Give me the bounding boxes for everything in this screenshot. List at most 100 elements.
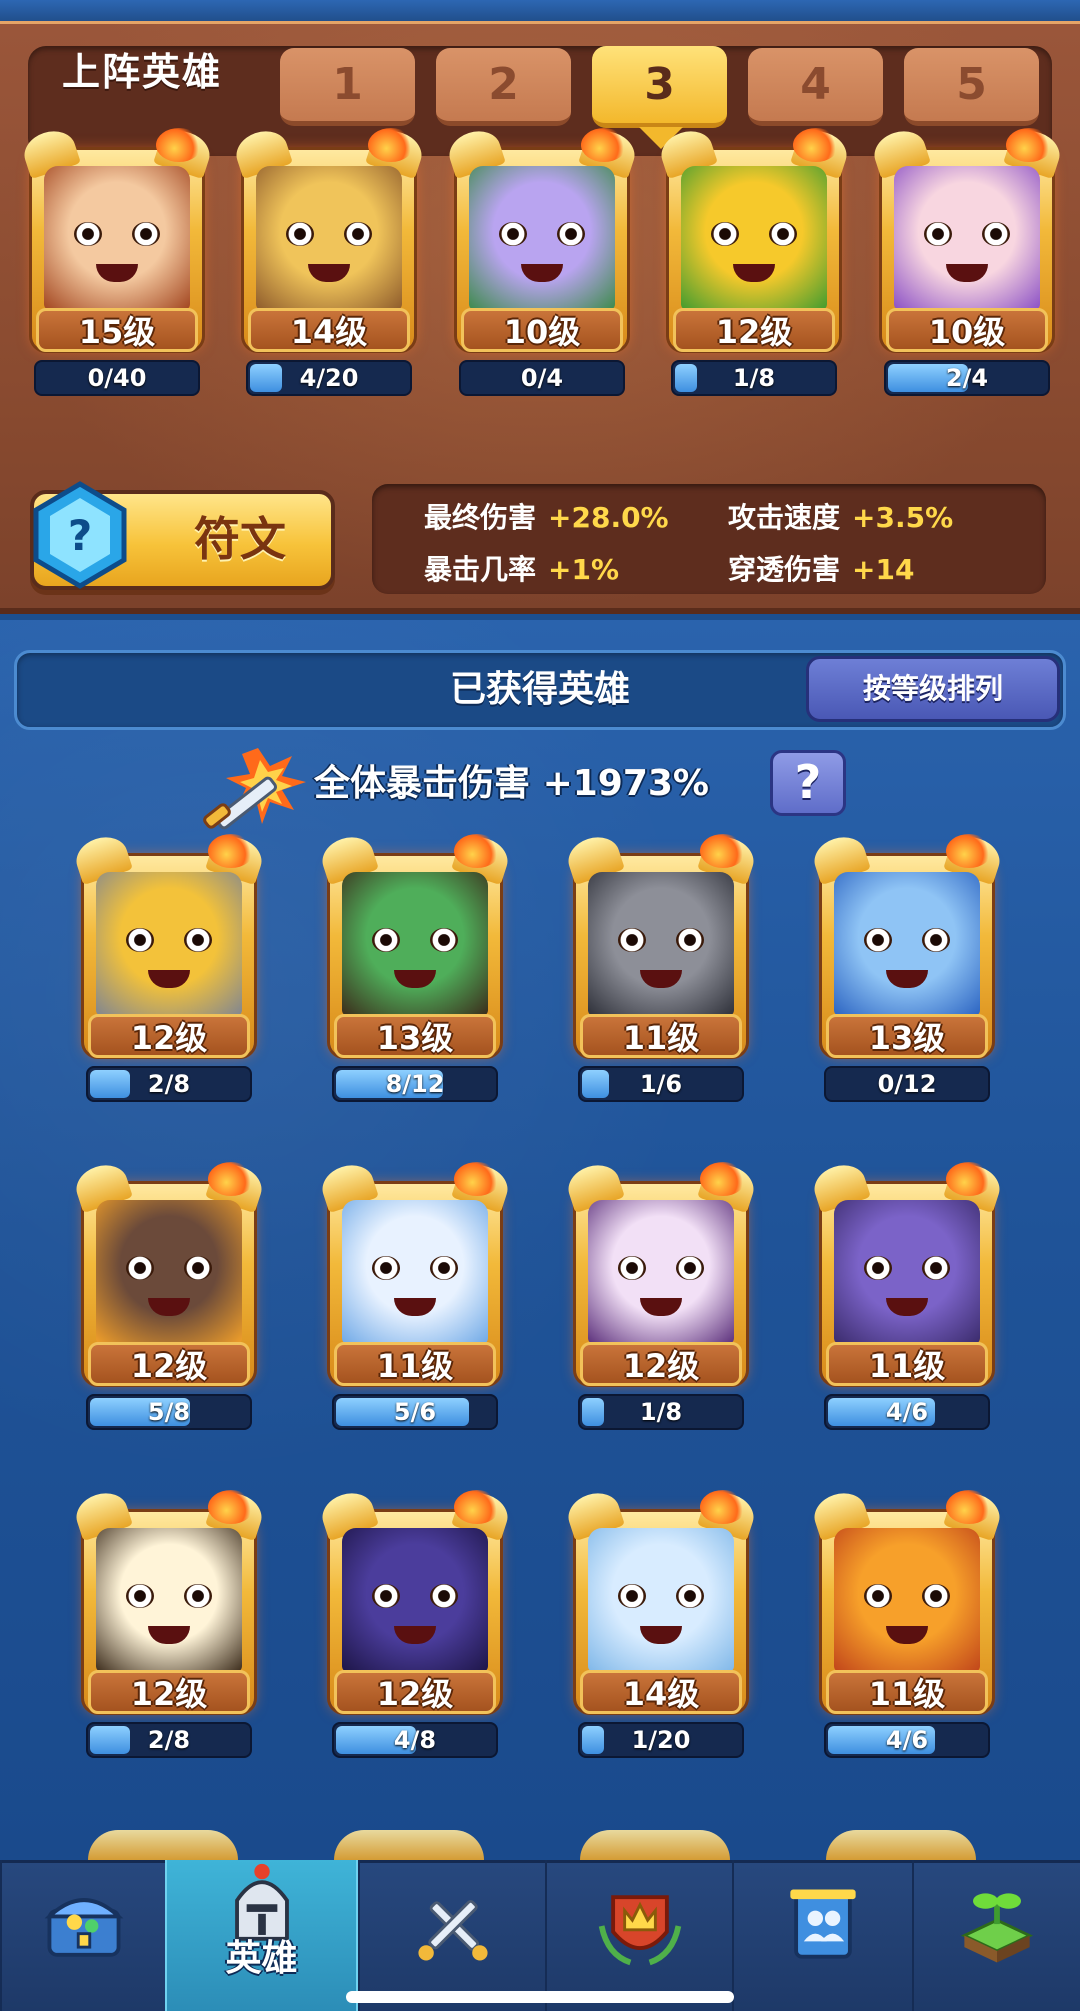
hero-progress-text: 0/40 [87, 364, 147, 392]
hero-level: 13级 [826, 1014, 988, 1058]
hero-progress-text: 4/20 [299, 364, 359, 392]
owned-hero-card[interactable]: 12级 4/8 [317, 1486, 513, 1758]
flame-icon [700, 1490, 746, 1524]
hero-mouth [96, 264, 138, 282]
owned-hero-card[interactable]: 11级 5/6 [317, 1158, 513, 1430]
owned-hero-card[interactable]: 12级 1/8 [563, 1158, 759, 1430]
hero-eyes [372, 1584, 458, 1610]
hero-level: 12级 [88, 1014, 250, 1058]
hero-portrait [681, 166, 827, 310]
sort-by-level-button[interactable]: 按等级排列 [806, 656, 1060, 722]
hero-progress-text: 0/4 [520, 364, 564, 392]
hero-level: 13级 [334, 1014, 496, 1058]
hero-upgrade-progress-bar: 1/6 [578, 1066, 744, 1102]
owned-hero-card[interactable]: 12级 2/8 [71, 1486, 267, 1758]
hero-portrait [834, 872, 980, 1016]
hero-level: 10级 [886, 308, 1048, 352]
hero-eyes [864, 928, 950, 954]
owned-hero-card[interactable]: 13级 8/12 [317, 830, 513, 1102]
stat-attack-speed: 攻击速度 +3.5% [728, 501, 954, 534]
svg-text:?: ? [68, 511, 92, 560]
owned-hero-card[interactable]: 12级 5/8 [71, 1158, 267, 1430]
lineup-tab-1[interactable]: 1 [280, 48, 415, 126]
hero-level: 12级 [580, 1342, 742, 1386]
nav-tab-crown-shield[interactable] [545, 1860, 732, 2011]
nav-tab-label: 英雄 [225, 1938, 298, 1979]
nav-tab-crossed-swords[interactable] [358, 1860, 545, 2011]
lineup-hero-card[interactable]: 15级 0/40 [19, 124, 215, 396]
lineup-hero-card[interactable]: 10级 2/4 [869, 124, 1065, 396]
nav-tab-knight-helmet[interactable]: 英雄 [165, 1860, 358, 2011]
hero-eyes [618, 1584, 704, 1610]
flame-icon [156, 128, 202, 162]
nav-tab-team-banner[interactable] [732, 1860, 912, 2011]
hero-portrait [342, 872, 488, 1016]
owned-hero-card[interactable]: 11级 4/6 [809, 1158, 1005, 1430]
flame-icon [1006, 128, 1052, 162]
owned-hero-card[interactable]: 12级 2/8 [71, 830, 267, 1102]
team-banner-icon [790, 1889, 856, 1959]
flame-icon [208, 1162, 254, 1196]
hero-level: 15级 [36, 308, 198, 352]
hero-portrait [256, 166, 402, 310]
lineup-title: 上阵英雄 [62, 50, 223, 94]
nav-tab-treasure-chest[interactable] [0, 1860, 165, 2011]
hero-upgrade-progress-bar: 1/8 [671, 360, 837, 396]
flame-icon [946, 1490, 992, 1524]
hero-mouth [640, 1626, 682, 1644]
owned-heroes-title: 已获得英雄 [449, 669, 630, 710]
owned-hero-card[interactable]: 13级 0/12 [809, 830, 1005, 1102]
hero-mouth [394, 970, 436, 988]
hero-portrait [342, 1528, 488, 1672]
hero-eyes [372, 1256, 458, 1282]
hero-eyes [618, 1256, 704, 1282]
hero-level: 12级 [334, 1670, 496, 1714]
hero-progress-text: 2/4 [945, 364, 989, 392]
hero-upgrade-progress-bar: 1/8 [578, 1394, 744, 1430]
flame-icon [368, 128, 414, 162]
hero-progress-text: 4/6 [885, 1726, 929, 1754]
hero-upgrade-progress-bar: 2/4 [884, 360, 1050, 396]
hero-eyes [286, 222, 372, 248]
owned-hero-card[interactable]: 14级 1/20 [563, 1486, 759, 1758]
stat-crit-rate: 暴击几率 +1% [424, 553, 620, 586]
hero-upgrade-progress-bar: 4/6 [824, 1394, 990, 1430]
hero-progress-text: 4/6 [885, 1398, 929, 1426]
hero-eyes [372, 928, 458, 954]
lineup-tab-5[interactable]: 5 [904, 48, 1039, 126]
hero-portrait [469, 166, 615, 310]
flame-icon [793, 128, 839, 162]
hero-progress-text: 8/12 [385, 1070, 445, 1098]
hero-progress-text: 1/6 [639, 1070, 683, 1098]
hero-upgrade-progress-bar: 2/8 [86, 1722, 252, 1758]
flame-icon [454, 1490, 500, 1524]
hero-upgrade-progress-bar: 0/4 [459, 360, 625, 396]
lineup-hero-card[interactable]: 12级 1/8 [656, 124, 852, 396]
hero-mouth [640, 970, 682, 988]
flame-icon [581, 128, 627, 162]
hero-portrait [588, 1528, 734, 1672]
flame-icon [454, 1162, 500, 1196]
sprout-island-icon [960, 1893, 1034, 1963]
hero-portrait [96, 1200, 242, 1344]
hero-portrait [342, 1200, 488, 1344]
hero-upgrade-progress-bar: 4/8 [332, 1722, 498, 1758]
hero-progress-text: 1/8 [639, 1398, 683, 1426]
lineup-hero-card[interactable]: 10级 0/4 [444, 124, 640, 396]
hero-progress-text: 2/8 [147, 1726, 191, 1754]
help-button[interactable]: ? [770, 750, 846, 816]
owned-hero-card[interactable]: 11级 1/6 [563, 830, 759, 1102]
owned-hero-card[interactable]: 11级 4/6 [809, 1486, 1005, 1758]
rune-gem-icon: ? [33, 481, 127, 589]
hero-level: 11级 [334, 1342, 496, 1386]
nav-tab-sprout-island[interactable] [912, 1860, 1080, 2011]
lineup-hero-card[interactable]: 14级 4/20 [231, 124, 427, 396]
flame-icon [946, 834, 992, 868]
hero-portrait [588, 1200, 734, 1344]
lineup-tab-4[interactable]: 4 [748, 48, 883, 126]
lineup-tab-2[interactable]: 2 [436, 48, 571, 126]
hero-progress-text: 5/8 [147, 1398, 191, 1426]
hero-mouth [521, 264, 563, 282]
hero-mouth [733, 264, 775, 282]
lineup-tab-3[interactable]: 3 [592, 46, 727, 149]
